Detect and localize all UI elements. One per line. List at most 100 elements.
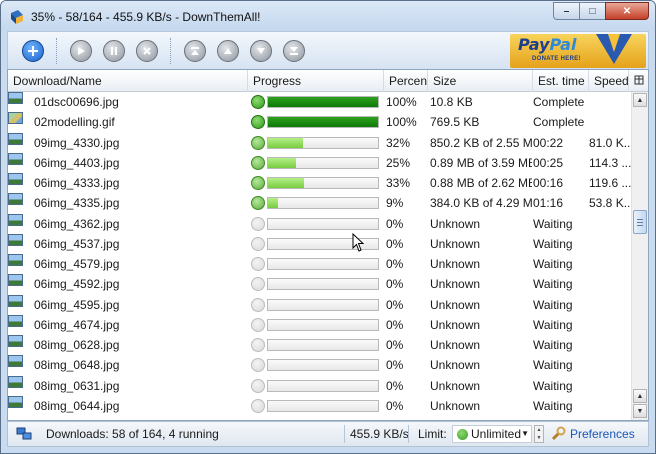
download-row[interactable]: 08img_0648.jpg 0% Unknown Waiting	[8, 355, 630, 375]
download-row[interactable]: 02modelling.gif 100% 769.5 KB Complete	[8, 112, 630, 132]
download-size: Unknown	[430, 236, 481, 251]
download-size: 384.0 KB of 4.29 MB	[430, 196, 532, 211]
download-time: Waiting	[533, 378, 573, 393]
download-speed	[589, 234, 633, 254]
image-file-icon	[8, 152, 23, 165]
image-file-icon	[8, 193, 23, 206]
download-speed	[589, 254, 633, 274]
download-row[interactable]: 08img_0631.jpg 0% Unknown Waiting	[8, 375, 630, 396]
close-button[interactable]: ✕	[605, 2, 649, 20]
add-download-button[interactable]	[22, 40, 44, 62]
window-controls: – □ ✕	[553, 2, 649, 20]
download-name: 08img_0628.jpg	[34, 338, 120, 352]
download-row[interactable]: 06img_4579.jpg 0% Unknown Waiting	[8, 254, 630, 274]
download-row[interactable]: 08img_0644.jpg 0% Unknown Waiting	[8, 395, 630, 416]
download-speed	[589, 335, 633, 355]
download-name: 09img_4330.jpg	[34, 135, 120, 150]
limit-status-icon	[457, 429, 468, 440]
status-icon	[251, 378, 265, 393]
status-divider	[408, 425, 409, 443]
maximize-button[interactable]: □	[579, 2, 605, 20]
download-row[interactable]: 06img_4595.jpg 0% Unknown Waiting	[8, 294, 633, 315]
move-up-icon	[224, 48, 232, 54]
download-row[interactable]: 06img_4537.jpg 0% Unknown Waiting	[8, 233, 633, 254]
vertical-scrollbar[interactable]: ▲ ▲ ▼	[631, 92, 648, 420]
cancel-button[interactable]	[136, 40, 158, 62]
download-size: Unknown	[430, 297, 481, 312]
progress-fill	[268, 198, 278, 209]
preferences-link[interactable]: Preferences	[570, 422, 635, 446]
column-percent[interactable]: Percent	[384, 70, 428, 92]
download-size: Unknown	[430, 338, 481, 352]
column-speed[interactable]: Speed	[589, 70, 629, 92]
download-speed	[589, 295, 633, 315]
download-time: Waiting	[533, 236, 573, 251]
limit-spinner[interactable]: ▲ ▼	[534, 425, 544, 443]
progress-bar	[267, 136, 379, 149]
download-time: Waiting	[533, 257, 573, 271]
download-row[interactable]: 08img_0628.jpg 0% Unknown Waiting	[8, 335, 630, 355]
download-percent: 0%	[386, 236, 404, 251]
download-percent: 32%	[386, 135, 411, 150]
pause-icon	[111, 47, 117, 55]
play-icon	[78, 47, 85, 55]
download-time: 00:22	[533, 135, 564, 150]
download-time: 00:16	[533, 176, 564, 190]
download-row[interactable]: 06img_4592.jpg 0% Unknown Waiting	[8, 274, 630, 294]
column-size[interactable]: Size	[428, 70, 533, 92]
status-bar: Downloads: 58 of 164, 4 running 455.9 KB…	[7, 421, 649, 447]
paypal-donate-button[interactable]: PayPal DONATE HERE!	[510, 34, 646, 68]
download-size: Unknown	[430, 216, 481, 231]
download-row[interactable]: 06img_4403.jpg 25% 0.89 MB of 3.59 MB 00…	[8, 152, 631, 173]
paypal-tagline: DONATE HERE!	[532, 56, 581, 62]
move-down-button[interactable]	[250, 40, 272, 62]
download-row[interactable]: 09img_4330.jpg 32% 850.2 KB of 2.55 MB 0…	[8, 132, 633, 153]
scroll-down-arrow[interactable]: ▼	[633, 404, 647, 418]
move-to-bottom-button[interactable]	[283, 40, 305, 62]
scroll-up-arrow-lower[interactable]: ▲	[633, 389, 647, 403]
title-bar[interactable]: 35% - 58/164 - 455.9 KB/s - DownThemAll!…	[1, 1, 655, 31]
status-icon	[251, 398, 265, 413]
column-time[interactable]: Est. time	[533, 70, 589, 92]
speed-limit-select[interactable]: Unlimited ▼	[452, 425, 532, 443]
status-icon	[251, 196, 265, 211]
download-row[interactable]: 06img_4335.jpg 9% 384.0 KB of 4.29 MB 01…	[8, 193, 633, 213]
column-name[interactable]: Download/Name	[8, 70, 248, 92]
resume-button[interactable]	[70, 40, 92, 62]
download-row[interactable]: 06img_4362.jpg 0% Unknown Waiting	[8, 213, 630, 234]
image-file-icon	[8, 213, 23, 226]
minimize-button[interactable]: –	[553, 2, 579, 20]
download-row[interactable]: 06img_4674.jpg 0% Unknown Waiting	[8, 314, 630, 335]
status-divider	[344, 425, 345, 443]
download-name: 06img_4403.jpg	[34, 155, 120, 170]
thumb-grip	[637, 222, 643, 223]
progress-fill	[268, 178, 304, 188]
toolbar-separator	[56, 38, 58, 64]
image-file-icon	[8, 233, 23, 246]
status-icon	[251, 338, 265, 352]
move-up-button[interactable]	[217, 40, 239, 62]
download-percent: 0%	[386, 338, 404, 352]
download-time: Waiting	[533, 398, 573, 413]
download-name: 06img_4595.jpg	[34, 297, 120, 312]
downloads-list: Download/Name Progress Percent Size Est.…	[7, 69, 649, 421]
download-name: 01dsc00696.jpg	[34, 95, 119, 109]
image-file-icon	[8, 274, 23, 287]
download-speed	[589, 112, 633, 132]
download-speed	[589, 355, 633, 375]
move-down-icon	[257, 48, 265, 54]
download-name: 08img_0644.jpg	[34, 398, 120, 413]
download-row[interactable]: 06img_4333.jpg 33% 0.88 MB of 2.62 MB 00…	[8, 173, 631, 193]
wrench-icon	[551, 426, 566, 441]
move-to-top-button[interactable]	[184, 40, 206, 62]
progress-bar	[267, 298, 379, 311]
download-row[interactable]: 01dsc00696.jpg 100% 10.8 KB Complete	[8, 92, 630, 112]
scrollbar-thumb[interactable]	[633, 210, 647, 234]
pause-button[interactable]	[103, 40, 125, 62]
column-picker-button[interactable]	[629, 70, 648, 92]
status-icon	[251, 95, 265, 109]
download-time: 01:16	[533, 196, 564, 211]
column-progress[interactable]: Progress	[248, 70, 384, 92]
scroll-up-arrow[interactable]: ▲	[633, 93, 647, 107]
image-file-icon	[8, 294, 23, 307]
